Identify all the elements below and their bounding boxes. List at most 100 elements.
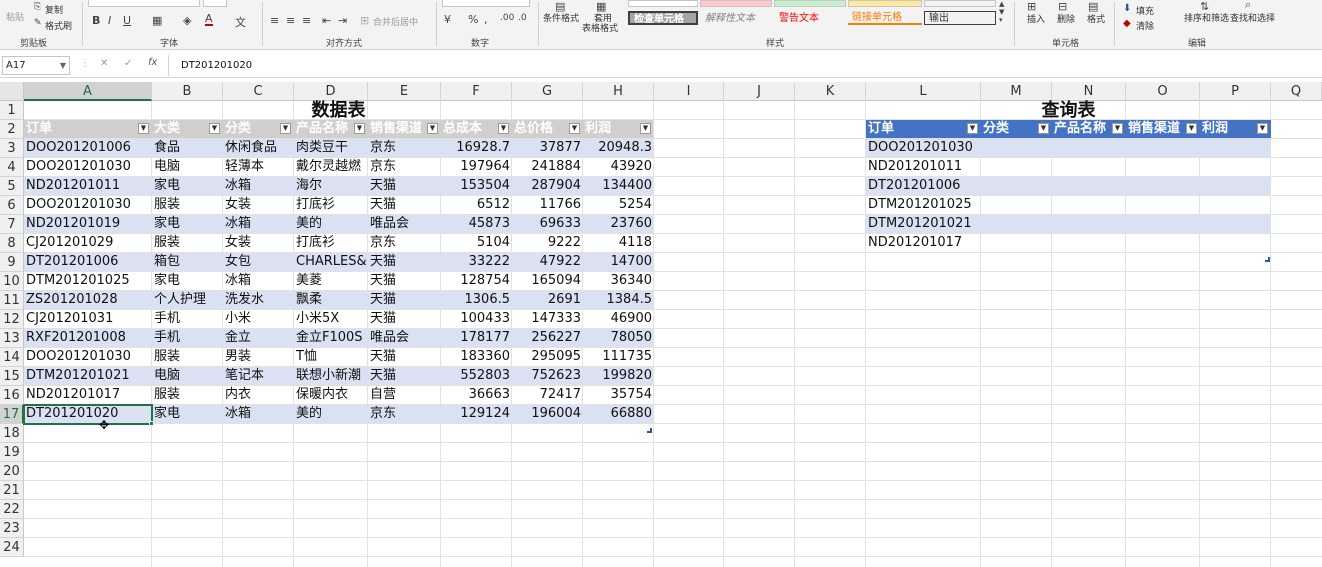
table-cell[interactable]: 14700 xyxy=(583,253,654,272)
table-cell[interactable]: DOO201201030 xyxy=(24,158,152,177)
table-cell[interactable]: 金立F100S xyxy=(294,329,368,348)
italic-icon[interactable]: I xyxy=(108,14,111,27)
row-header-23[interactable]: 23 xyxy=(0,519,24,538)
column-header-d[interactable]: D xyxy=(294,82,368,101)
row-header-19[interactable]: 19 xyxy=(0,443,24,462)
table-cell[interactable]: 手机 xyxy=(152,310,223,329)
paste-button[interactable]: 粘贴 xyxy=(6,10,24,23)
format-painter-button[interactable]: 格式刷 xyxy=(45,19,72,32)
filter-dropdown-icon[interactable]: ▼ xyxy=(498,123,509,134)
table-cell[interactable]: 海尔 xyxy=(294,177,368,196)
table-cell[interactable]: 洗发水 xyxy=(223,291,294,310)
table-cell[interactable]: 打底衫 xyxy=(294,196,368,215)
name-box[interactable]: A17 ▼ xyxy=(2,56,70,75)
table-cell[interactable]: 天猫 xyxy=(368,177,441,196)
query-order-cell[interactable]: ND201201011 xyxy=(866,158,981,177)
row-header-20[interactable]: 20 xyxy=(0,462,24,481)
copy-button[interactable]: 复制 xyxy=(45,3,63,16)
column-header-p[interactable]: P xyxy=(1200,82,1271,101)
table-cell[interactable]: CJ201201029 xyxy=(24,234,152,253)
column-header-h[interactable]: H xyxy=(583,82,654,101)
query-order-cell[interactable]: DT201201006 xyxy=(866,177,981,196)
table-resize-handle[interactable] xyxy=(1265,257,1270,262)
table-cell[interactable]: 金立 xyxy=(223,329,294,348)
table-cell[interactable]: 36663 xyxy=(441,386,512,405)
table-cell[interactable]: CJ201201031 xyxy=(24,310,152,329)
row-header-15[interactable]: 15 xyxy=(0,367,24,386)
filter-dropdown-icon[interactable]: ▼ xyxy=(209,123,220,134)
table-cell[interactable]: 肉类豆干 xyxy=(294,139,368,158)
table-cell[interactable]: 134400 xyxy=(583,177,654,196)
filter-dropdown-icon[interactable]: ▼ xyxy=(1112,123,1123,134)
merge-center-button[interactable]: 合并后居中 xyxy=(373,15,418,28)
border-icon[interactable]: ▦ xyxy=(152,14,162,27)
table-cell[interactable]: DTM201201025 xyxy=(24,272,152,291)
table-cell[interactable]: 36340 xyxy=(583,272,654,291)
query-order-cell[interactable]: ND201201017 xyxy=(866,234,981,253)
table-cell[interactable]: 男装 xyxy=(223,348,294,367)
font-color-icon[interactable]: A xyxy=(205,13,213,26)
table-cell[interactable]: 个人护理 xyxy=(152,291,223,310)
table-cell[interactable]: 128754 xyxy=(441,272,512,291)
table-cell[interactable]: 天猫 xyxy=(368,310,441,329)
table-cell[interactable]: 4118 xyxy=(583,234,654,253)
table-cell[interactable]: 美的 xyxy=(294,405,368,424)
table-cell[interactable]: 153504 xyxy=(441,177,512,196)
filter-dropdown-icon[interactable]: ▼ xyxy=(1186,123,1197,134)
table-cell[interactable]: 33222 xyxy=(441,253,512,272)
style-warning[interactable]: 警告文本 xyxy=(774,11,846,25)
style-calculation[interactable] xyxy=(924,0,996,7)
table-cell[interactable]: 天猫 xyxy=(368,291,441,310)
worksheet-grid[interactable]: ABCDEFGHIJKLMNOPQ 1 2 3 4 5 6 7 8 9 10 11 12 13 14 15 1… xyxy=(0,82,1322,567)
table-cell[interactable]: 家电 xyxy=(152,272,223,291)
format-as-table-line2[interactable]: 表格格式 xyxy=(582,21,618,34)
table-cell[interactable]: 37877 xyxy=(512,139,583,158)
table-cell[interactable]: DOO201201030 xyxy=(24,348,152,367)
find-select-button[interactable]: 查找和选择 xyxy=(1230,11,1275,24)
table-cell[interactable]: ND201201019 xyxy=(24,215,152,234)
delete-button[interactable]: 删除 xyxy=(1057,12,1075,25)
filter-dropdown-icon[interactable]: ▼ xyxy=(1038,123,1049,134)
underline-icon[interactable]: U xyxy=(123,14,131,27)
table-cell[interactable]: 内衣 xyxy=(223,386,294,405)
table-cell[interactable]: 联想小新潮 xyxy=(294,367,368,386)
table-cell[interactable]: 111735 xyxy=(583,348,654,367)
row-header-11[interactable]: 11 xyxy=(0,291,24,310)
table-cell[interactable]: 5254 xyxy=(583,196,654,215)
table-cell[interactable]: 打底衫 xyxy=(294,234,368,253)
table-cell[interactable]: 16928.7 xyxy=(441,139,512,158)
row-header-12[interactable]: 12 xyxy=(0,310,24,329)
table-cell[interactable]: 飘柔 xyxy=(294,291,368,310)
table-cell[interactable]: 9222 xyxy=(512,234,583,253)
table-cell[interactable]: 美菱 xyxy=(294,272,368,291)
table-cell[interactable]: 家电 xyxy=(152,215,223,234)
column-header-n[interactable]: N xyxy=(1052,82,1126,101)
row-header-22[interactable]: 22 xyxy=(0,500,24,519)
column-header-q[interactable]: Q xyxy=(1271,82,1322,101)
table-cell[interactable]: 家电 xyxy=(152,177,223,196)
table-cell[interactable]: 手机 xyxy=(152,329,223,348)
table-cell[interactable]: 196004 xyxy=(512,405,583,424)
table-cell[interactable]: 京东 xyxy=(368,158,441,177)
table-cell[interactable]: 保暖内衣 xyxy=(294,386,368,405)
table-cell[interactable]: 20948.3 xyxy=(583,139,654,158)
table-cell[interactable]: T恤 xyxy=(294,348,368,367)
table-cell[interactable]: DTM201201021 xyxy=(24,367,152,386)
table-cell[interactable]: 287904 xyxy=(512,177,583,196)
table-cell[interactable]: 1306.5 xyxy=(441,291,512,310)
table-cell[interactable]: 服装 xyxy=(152,386,223,405)
decrease-decimal-icon[interactable]: .0 xyxy=(518,13,527,23)
table-cell[interactable]: 美的 xyxy=(294,215,368,234)
select-all-button[interactable] xyxy=(0,82,24,101)
table-cell[interactable]: RXF201201008 xyxy=(24,329,152,348)
column-header-e[interactable]: E xyxy=(368,82,441,101)
fill-button[interactable]: 填充 xyxy=(1136,4,1154,17)
table-cell[interactable]: 京东 xyxy=(368,405,441,424)
table-cell[interactable]: 服装 xyxy=(152,348,223,367)
table-cell[interactable]: 2691 xyxy=(512,291,583,310)
table-cell[interactable]: 京东 xyxy=(368,139,441,158)
style-linked-cell[interactable]: 链接单元格 xyxy=(848,11,922,25)
filter-dropdown-icon[interactable]: ▼ xyxy=(280,123,291,134)
table-cell[interactable]: 752623 xyxy=(512,367,583,386)
style-good[interactable] xyxy=(774,0,846,7)
